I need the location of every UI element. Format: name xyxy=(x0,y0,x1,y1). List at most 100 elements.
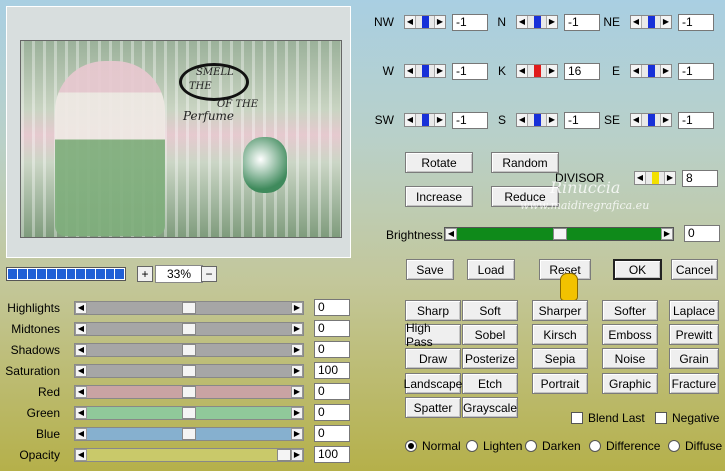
blend-last-checkbox[interactable] xyxy=(571,412,583,424)
preset-softer-button[interactable]: Softer xyxy=(602,300,658,321)
matrix-e-marker[interactable] xyxy=(648,65,655,77)
blue-increase-arrow[interactable]: ▶ xyxy=(291,428,303,440)
highlights-decrease-arrow[interactable]: ◀ xyxy=(75,302,87,314)
preset-prewitt-button[interactable]: Prewitt xyxy=(669,324,719,345)
preset-graphic-button[interactable]: Graphic xyxy=(602,373,658,394)
divisor-field[interactable]: 8 xyxy=(682,170,718,187)
matrix-nw-marker[interactable] xyxy=(422,16,429,28)
saturation-decrease-arrow[interactable]: ◀ xyxy=(75,365,87,377)
matrix-n-slider[interactable]: ◀ ▶ xyxy=(516,15,558,29)
preset-emboss-button[interactable]: Emboss xyxy=(602,324,658,345)
blue-field[interactable]: 0 xyxy=(314,425,350,442)
matrix-se-increase-arrow[interactable]: ▶ xyxy=(660,114,671,126)
midtones-field[interactable]: 0 xyxy=(314,320,350,337)
saturation-slider[interactable]: ◀ ▶ xyxy=(74,364,304,378)
matrix-nw-field[interactable]: -1 xyxy=(452,14,488,31)
blue-decrease-arrow[interactable]: ◀ xyxy=(75,428,87,440)
load-button[interactable]: Load xyxy=(467,259,515,280)
matrix-s-marker[interactable] xyxy=(534,114,541,126)
divisor-marker[interactable] xyxy=(652,172,659,184)
opacity-thumb[interactable] xyxy=(277,449,291,461)
negative-checkbox[interactable] xyxy=(655,412,667,424)
matrix-k-slider[interactable]: ◀ ▶ xyxy=(516,64,558,78)
shadows-thumb[interactable] xyxy=(182,344,196,356)
matrix-sw-increase-arrow[interactable]: ▶ xyxy=(434,114,445,126)
mode-darken-radio[interactable] xyxy=(525,440,537,452)
matrix-sw-marker[interactable] xyxy=(422,114,429,126)
matrix-nw-decrease-arrow[interactable]: ◀ xyxy=(405,16,416,28)
preset-etch-button[interactable]: Etch xyxy=(462,373,518,394)
preset-sobel-button[interactable]: Sobel xyxy=(462,324,518,345)
midtones-thumb[interactable] xyxy=(182,323,196,335)
matrix-ne-increase-arrow[interactable]: ▶ xyxy=(660,16,671,28)
matrix-s-field[interactable]: -1 xyxy=(564,112,600,129)
matrix-ne-marker[interactable] xyxy=(648,16,655,28)
matrix-e-increase-arrow[interactable]: ▶ xyxy=(660,65,671,77)
midtones-decrease-arrow[interactable]: ◀ xyxy=(75,323,87,335)
saturation-increase-arrow[interactable]: ▶ xyxy=(291,365,303,377)
preset-high-pass-button[interactable]: High Pass xyxy=(405,321,461,349)
highlights-slider[interactable]: ◀ ▶ xyxy=(74,301,304,315)
matrix-k-decrease-arrow[interactable]: ◀ xyxy=(517,65,528,77)
matrix-se-slider[interactable]: ◀ ▶ xyxy=(630,113,672,127)
preset-fracture-button[interactable]: Fracture xyxy=(669,373,719,394)
shadows-decrease-arrow[interactable]: ◀ xyxy=(75,344,87,356)
red-thumb[interactable] xyxy=(182,386,196,398)
mode-normal-radio[interactable] xyxy=(405,440,417,452)
preset-grain-button[interactable]: Grain xyxy=(669,348,719,369)
preset-sharper-button[interactable]: Sharper xyxy=(532,300,588,321)
green-slider[interactable]: ◀ ▶ xyxy=(74,406,304,420)
shadows-field[interactable]: 0 xyxy=(314,341,350,358)
green-thumb[interactable] xyxy=(182,407,196,419)
matrix-s-slider[interactable]: ◀ ▶ xyxy=(516,113,558,127)
preset-portrait-button[interactable]: Portrait xyxy=(532,373,588,394)
matrix-n-field[interactable]: -1 xyxy=(564,14,600,31)
preset-sharp-button[interactable]: Sharp xyxy=(405,300,461,321)
preset-posterize-button[interactable]: Posterize xyxy=(462,348,518,369)
brightness-thumb[interactable] xyxy=(553,228,567,240)
preset-landscape-button[interactable]: Landscape xyxy=(404,373,462,394)
matrix-sw-decrease-arrow[interactable]: ◀ xyxy=(405,114,416,126)
matrix-k-field[interactable]: 16 xyxy=(564,63,600,80)
highlights-field[interactable]: 0 xyxy=(314,299,350,316)
preset-sepia-button[interactable]: Sepia xyxy=(532,348,588,369)
preset-grayscale-button[interactable]: Grayscale xyxy=(462,397,518,418)
matrix-se-marker[interactable] xyxy=(648,114,655,126)
divisor-slider[interactable]: ◀ ▶ xyxy=(634,171,676,185)
matrix-n-marker[interactable] xyxy=(534,16,541,28)
preset-spatter-button[interactable]: Spatter xyxy=(405,397,461,418)
red-slider[interactable]: ◀ ▶ xyxy=(74,385,304,399)
shadows-slider[interactable]: ◀ ▶ xyxy=(74,343,304,357)
matrix-s-increase-arrow[interactable]: ▶ xyxy=(546,114,557,126)
matrix-e-field[interactable]: -1 xyxy=(678,63,714,80)
preset-noise-button[interactable]: Noise xyxy=(602,348,658,369)
matrix-nw-slider[interactable]: ◀ ▶ xyxy=(404,15,446,29)
green-increase-arrow[interactable]: ▶ xyxy=(291,407,303,419)
matrix-w-marker[interactable] xyxy=(422,65,429,77)
matrix-e-decrease-arrow[interactable]: ◀ xyxy=(631,65,642,77)
mode-diffuse-radio[interactable] xyxy=(668,440,680,452)
matrix-n-increase-arrow[interactable]: ▶ xyxy=(546,16,557,28)
brightness-increase-arrow[interactable]: ▶ xyxy=(661,228,673,240)
divisor-decrease-arrow[interactable]: ◀ xyxy=(635,172,646,184)
matrix-ne-decrease-arrow[interactable]: ◀ xyxy=(631,16,642,28)
cancel-button[interactable]: Cancel xyxy=(671,259,718,280)
mode-lighten-radio[interactable] xyxy=(466,440,478,452)
mode-difference-radio[interactable] xyxy=(589,440,601,452)
blue-thumb[interactable] xyxy=(182,428,196,440)
ok-button[interactable]: OK xyxy=(613,259,662,280)
zoom-in-button[interactable]: + xyxy=(137,266,153,282)
brightness-decrease-arrow[interactable]: ◀ xyxy=(445,228,457,240)
red-decrease-arrow[interactable]: ◀ xyxy=(75,386,87,398)
divisor-increase-arrow[interactable]: ▶ xyxy=(664,172,675,184)
green-field[interactable]: 0 xyxy=(314,404,350,421)
matrix-w-slider[interactable]: ◀ ▶ xyxy=(404,64,446,78)
brightness-slider[interactable]: ◀ ▶ xyxy=(444,227,674,241)
matrix-ne-field[interactable]: -1 xyxy=(678,14,714,31)
matrix-w-decrease-arrow[interactable]: ◀ xyxy=(405,65,416,77)
increase-button[interactable]: Increase xyxy=(405,186,473,207)
highlights-thumb[interactable] xyxy=(182,302,196,314)
matrix-k-increase-arrow[interactable]: ▶ xyxy=(546,65,557,77)
opacity-field[interactable]: 100 xyxy=(314,446,350,463)
matrix-sw-field[interactable]: -1 xyxy=(452,112,488,129)
